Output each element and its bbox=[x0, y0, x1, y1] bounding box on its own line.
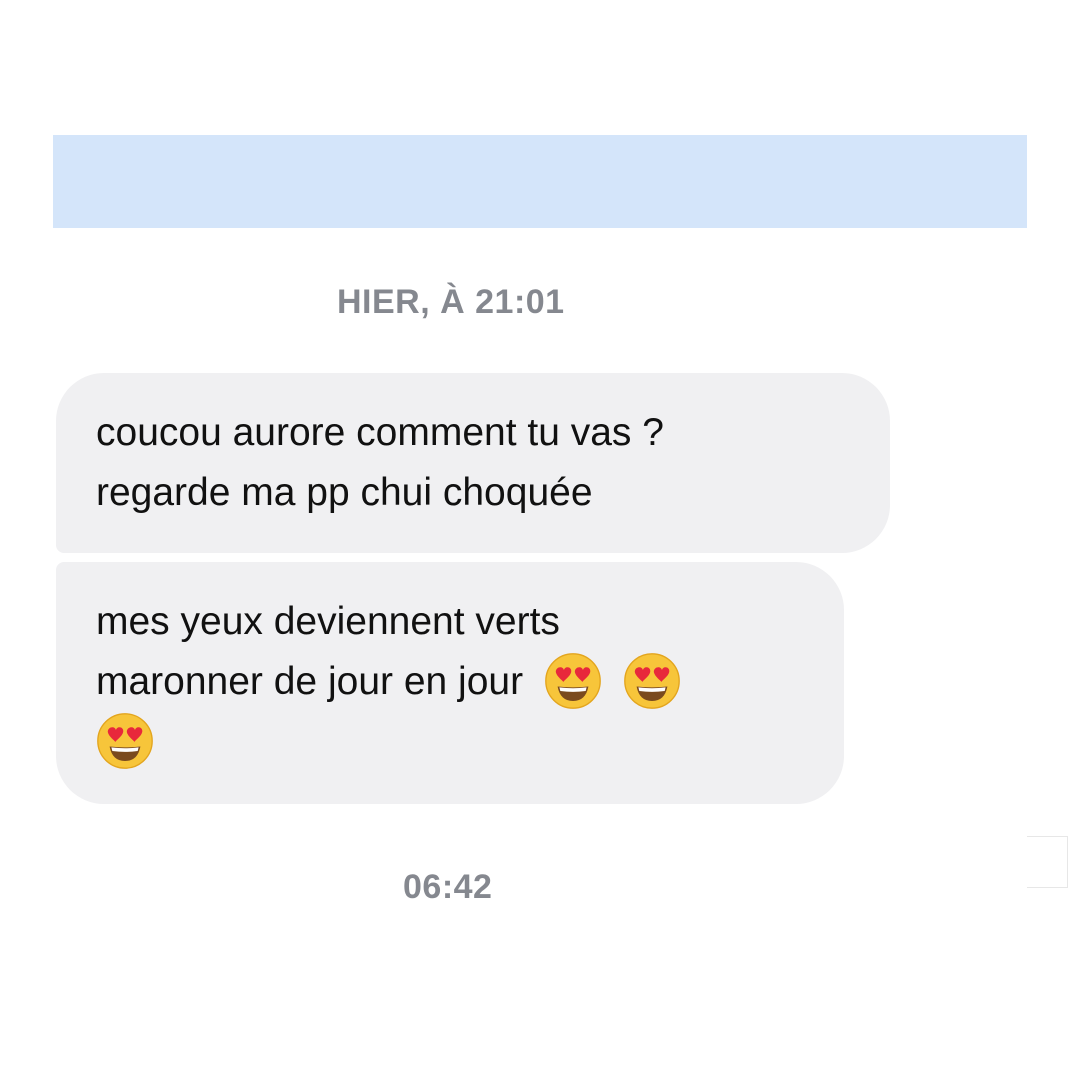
timestamp-yesterday: HIER, À 21:01 bbox=[337, 283, 565, 321]
cropped-ui-fragment bbox=[1027, 836, 1068, 888]
message-bubble[interactable]: coucou aurore comment tu vas ? regarde m… bbox=[56, 373, 890, 553]
heart-eyes-emoji-icon bbox=[96, 712, 154, 770]
message-text-line-with-emojis: maronner de jour en jour bbox=[96, 652, 844, 712]
message-bubble[interactable]: mes yeux deviennent verts maronner de jo… bbox=[56, 562, 844, 804]
message-text-line: regarde ma pp chui choquée bbox=[96, 471, 593, 514]
heart-eyes-emoji-icon bbox=[623, 652, 681, 710]
top-banner bbox=[53, 135, 1027, 228]
message-text-line: coucou aurore comment tu vas ? bbox=[96, 411, 664, 454]
message-text: maronner de jour en jour bbox=[96, 660, 524, 703]
timestamp-today: 06:42 bbox=[403, 868, 493, 906]
message-text-line: mes yeux deviennent verts bbox=[96, 600, 560, 643]
heart-eyes-emoji-icon bbox=[544, 652, 602, 710]
message-emoji-line bbox=[96, 712, 844, 772]
